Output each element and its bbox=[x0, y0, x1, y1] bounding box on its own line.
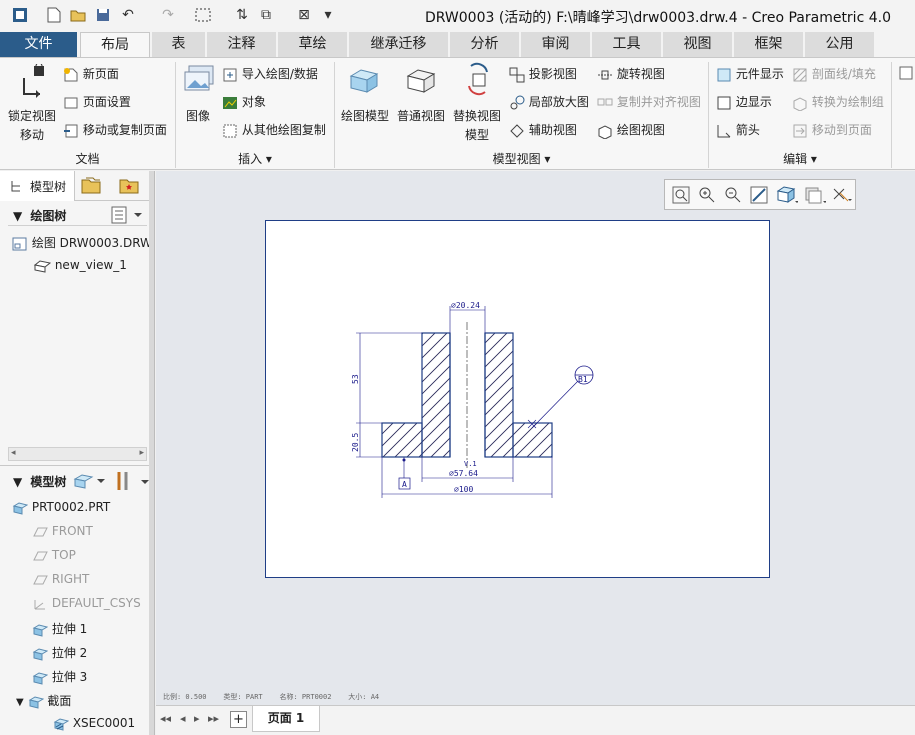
section-left-flange bbox=[381, 422, 423, 458]
dim-overall-diameter[interactable]: ⌀100 bbox=[454, 485, 473, 494]
page-tab[interactable]: 页面 1 bbox=[252, 706, 320, 732]
datum-label[interactable]: A bbox=[402, 480, 407, 489]
next-page-icon[interactable]: ▸ bbox=[194, 712, 200, 725]
section-right-wall bbox=[484, 332, 514, 458]
balloon-label[interactable]: B1 bbox=[578, 375, 588, 384]
last-page-icon[interactable]: ▸▸ bbox=[208, 712, 219, 725]
prev-page-icon[interactable]: ◂ bbox=[180, 712, 186, 725]
first-page-icon[interactable]: ◂◂ bbox=[160, 712, 171, 725]
sheet-status-line: 比例: 0.500 类型: PART 名称: PRT0002 大小: A4 bbox=[163, 693, 380, 701]
dim-height[interactable]: 53 bbox=[351, 374, 360, 384]
dim-flange-height[interactable]: 20.5 bbox=[351, 433, 360, 452]
dim-top-diameter[interactable]: ⌀20.24 bbox=[451, 301, 480, 310]
page-bar: ◂◂ ◂ ▸ ▸▸ + 页面 1 bbox=[156, 705, 915, 735]
add-page-button[interactable]: + bbox=[230, 711, 247, 728]
section-left-wall bbox=[421, 332, 451, 458]
section-right-flange bbox=[512, 422, 553, 458]
view-label: V.1 bbox=[464, 460, 477, 468]
dim-mid-diameter[interactable]: ⌀57.64 bbox=[449, 469, 478, 478]
drawing-view-svg[interactable]: ⌀20.24 53 20.5 A ⌀57.64 V.1 ⌀100 B1 bbox=[0, 0, 915, 735]
